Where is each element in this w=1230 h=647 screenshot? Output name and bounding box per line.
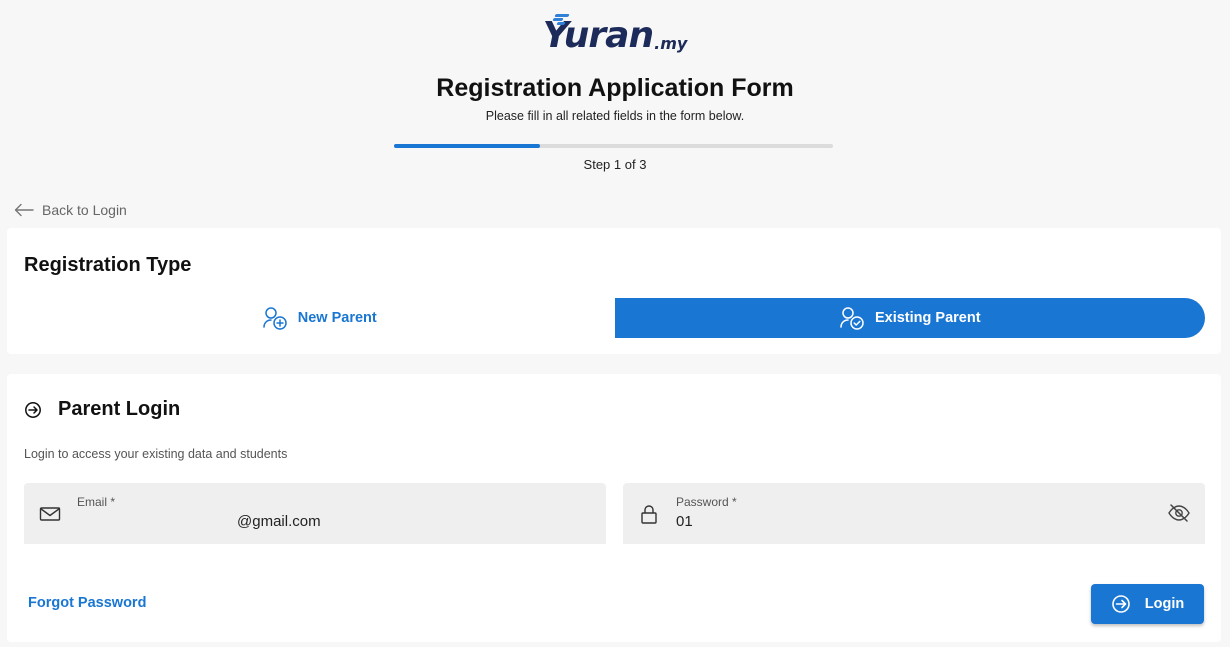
arrow-left-icon [14,203,34,217]
registration-type-toggle: New Parent Existing Parent [24,298,1205,338]
page-subtitle: Please fill in all related fields in the… [485,109,745,123]
new-parent-button[interactable]: New Parent [24,298,615,338]
parent-login-card: Parent Login Login to access your existi… [7,374,1221,642]
logo-mark-icon [552,14,571,26]
existing-parent-label: Existing Parent [874,310,981,326]
forgot-password-link[interactable]: Forgot Password [28,595,146,611]
step-indicator: Step 1 of 3 [583,157,647,172]
email-input[interactable] [77,513,597,530]
back-to-login-link[interactable]: Back to Login [14,200,127,220]
login-button[interactable]: Login [1091,584,1204,624]
logo-suffix: .my [654,34,688,53]
email-label: Email * [77,495,116,509]
user-check-icon [840,307,864,330]
registration-page: Yuran .my Registration Application Form … [0,0,1230,647]
login-icon [1111,595,1130,613]
logo: Yuran .my [0,14,1230,60]
parent-login-title: Parent Login [24,398,180,421]
registration-type-card: Registration Type New Parent Existing Pa… [7,228,1221,354]
new-parent-label: New Parent [297,310,377,326]
password-label: Password * [676,495,737,509]
envelope-icon [39,507,61,521]
step-progress-fill [394,144,541,148]
password-input[interactable] [676,513,1116,530]
step-progress-bar [394,144,833,148]
lock-icon [641,505,657,524]
email-field[interactable]: Email * [24,483,606,544]
eye-off-icon[interactable] [1167,503,1191,523]
page-title: Registration Application Form [436,74,794,102]
back-to-login-label: Back to Login [42,202,127,218]
password-field[interactable]: Password * [623,483,1205,544]
existing-parent-button[interactable]: Existing Parent [614,298,1205,338]
user-plus-icon [263,307,287,330]
login-button-label: Login [1144,596,1185,612]
parent-login-title-text: Parent Login [58,398,181,420]
parent-login-description: Login to access your existing data and s… [24,447,288,461]
login-icon [25,401,41,418]
registration-type-title: Registration Type [24,254,192,276]
